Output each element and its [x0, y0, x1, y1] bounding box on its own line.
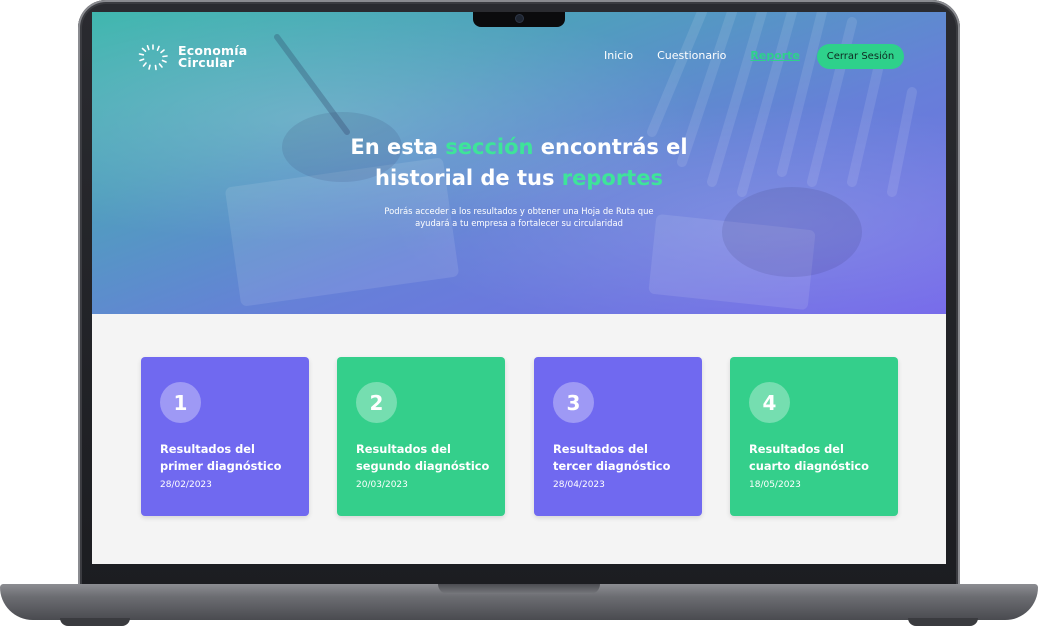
hero-title-part1: En esta [350, 135, 446, 159]
hero-title-part2: encontrás el [533, 135, 688, 159]
brand-name: Economía Circular [178, 44, 247, 70]
nav-link-cuestionario[interactable]: Cuestionario [657, 49, 726, 62]
brand-name-line2: Circular [178, 55, 235, 70]
report-card-date: 18/05/2023 [749, 480, 801, 490]
report-number-badge: 3 [553, 382, 594, 423]
report-card-title-line2: cuarto diagnóstico [749, 459, 869, 473]
report-card-date: 20/03/2023 [356, 480, 408, 490]
laptop-base-notch [438, 584, 600, 594]
report-card-title-line2: primer diagnóstico [160, 459, 282, 473]
logout-button[interactable]: Cerrar Sesión [817, 44, 904, 69]
report-card-title-line2: tercer diagnóstico [553, 459, 671, 473]
nav-link-inicio[interactable]: Inicio [604, 49, 633, 62]
report-number-badge: 1 [160, 382, 201, 423]
hero-title-highlight1: sección [445, 135, 534, 159]
laptop-screen: Economía Circular Inicio Cuestionario Re… [92, 12, 946, 564]
laptop-foot-right [908, 618, 978, 626]
report-card-title-line2: segundo diagnóstico [356, 459, 490, 473]
report-card-title-line1: Resultados del [356, 442, 451, 456]
report-card-date: 28/02/2023 [160, 480, 212, 490]
hero-banner: Economía Circular Inicio Cuestionario Re… [92, 12, 946, 314]
report-card-title: Resultados del tercer diagnóstico [553, 441, 693, 475]
report-card-3[interactable]: 3 Resultados del tercer diagnóstico 28/0… [534, 357, 702, 516]
circular-logo-icon [138, 44, 168, 71]
hero-title: En esta sección encontrás el historial d… [92, 132, 946, 194]
report-card-title-line1: Resultados del [160, 442, 255, 456]
hero-title-highlight2: reportes [561, 166, 663, 190]
hero-title-part3: historial de tus [375, 166, 562, 190]
brand-logo[interactable]: Economía Circular [136, 42, 247, 72]
report-card-title: Resultados del cuarto diagnóstico [749, 441, 889, 475]
report-cards: 1 Resultados del primer diagnóstico 28/0… [141, 357, 901, 517]
hero-subtitle: Podrás acceder a los resultados y obtene… [349, 206, 689, 229]
report-number-badge: 4 [749, 382, 790, 423]
nav-links: Inicio Cuestionario Reporte [604, 49, 824, 62]
hero-subtitle-line1: Podrás acceder a los resultados y obtene… [384, 206, 654, 216]
hero-subtitle-line2: ayudará a tu empresa a fortalecer su cir… [415, 217, 623, 228]
report-card-title: Resultados del primer diagnóstico [160, 441, 300, 475]
report-card-4[interactable]: 4 Resultados del cuarto diagnóstico 18/0… [730, 357, 898, 516]
report-card-title-line1: Resultados del [553, 442, 648, 456]
report-card-2[interactable]: 2 Resultados del segundo diagnóstico 20/… [337, 357, 505, 516]
report-card-1[interactable]: 1 Resultados del primer diagnóstico 28/0… [141, 357, 309, 516]
report-card-title: Resultados del segundo diagnóstico [356, 441, 496, 475]
laptop-base [0, 584, 1038, 620]
camera-icon [516, 15, 523, 22]
nav-link-reporte[interactable]: Reporte [750, 49, 800, 62]
report-card-date: 28/04/2023 [553, 480, 605, 490]
report-card-title-line1: Resultados del [749, 442, 844, 456]
laptop-foot-left [60, 618, 130, 626]
laptop-notch [473, 12, 565, 27]
report-number-badge: 2 [356, 382, 397, 423]
